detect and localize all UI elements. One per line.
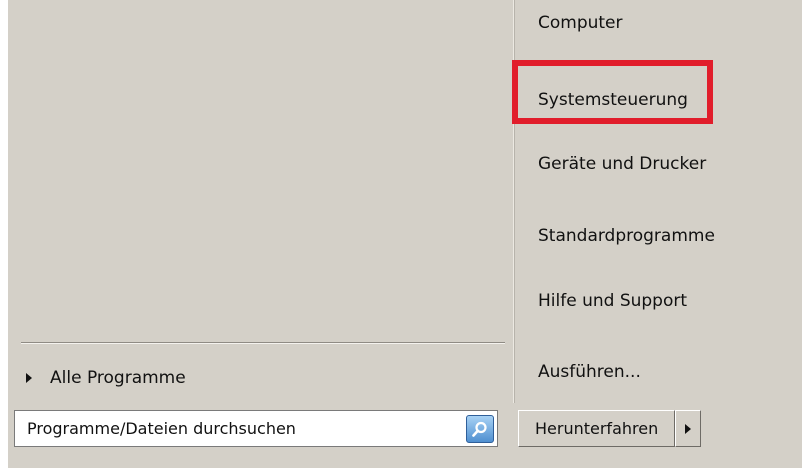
- search-input[interactable]: [15, 411, 466, 446]
- arrow-right-icon: [26, 373, 32, 383]
- shutdown-options-button[interactable]: [675, 410, 702, 447]
- shutdown-button[interactable]: Herunterfahren: [518, 410, 676, 447]
- right-item-label: Systemsteuerung: [538, 90, 688, 110]
- right-item-label: Computer: [538, 13, 623, 33]
- shutdown-label: Herunterfahren: [535, 419, 659, 438]
- right-item-ausfuehren[interactable]: Ausführen...: [538, 358, 641, 386]
- start-menu-footer: Herunterfahren: [8, 403, 802, 468]
- arrow-right-icon: [685, 423, 692, 434]
- all-programs-label: Alle Programme: [50, 368, 186, 388]
- places-pane: Computer Systemsteuerung Geräte und Druc…: [515, 0, 802, 403]
- all-programs-item[interactable]: Alle Programme: [22, 360, 504, 396]
- right-item-systemsteuerung[interactable]: Systemsteuerung: [538, 86, 688, 114]
- right-item-geraete-und-drucker[interactable]: Geräte und Drucker: [538, 150, 706, 178]
- magnifier-glyph: [472, 421, 487, 437]
- right-item-label: Geräte und Drucker: [538, 154, 707, 174]
- search-box: [14, 410, 498, 447]
- right-item-hilfe-und-support[interactable]: Hilfe und Support: [538, 287, 687, 315]
- start-menu: Alle Programme Computer Systemsteuerung …: [8, 0, 802, 468]
- right-item-computer[interactable]: Computer: [538, 9, 623, 37]
- shutdown-group: Herunterfahren: [518, 410, 702, 447]
- programs-separator: [21, 342, 505, 344]
- programs-pane: Alle Programme: [8, 0, 513, 403]
- right-item-standardprogramme[interactable]: Standardprogramme: [538, 222, 715, 250]
- right-item-label: Ausführen...: [538, 362, 641, 382]
- right-item-label: Hilfe und Support: [538, 291, 688, 311]
- search-icon[interactable]: [466, 414, 494, 443]
- right-item-label: Standardprogramme: [538, 226, 715, 246]
